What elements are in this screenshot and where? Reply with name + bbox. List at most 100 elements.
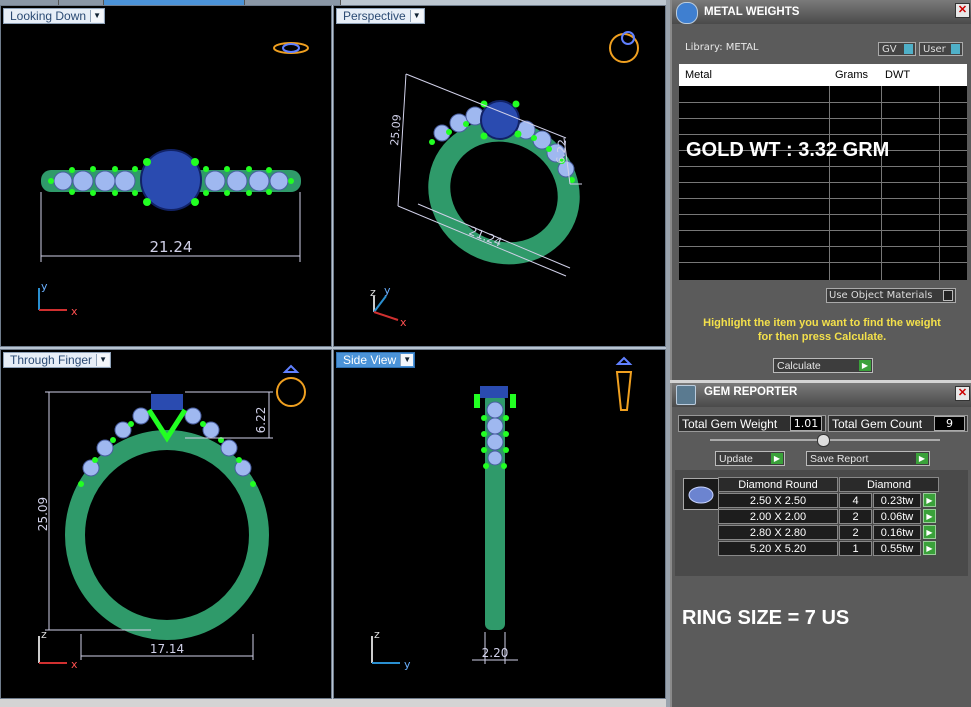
gem-row-count: 2 <box>839 509 872 524</box>
viewport-label-looking-down[interactable]: Looking Down ▼ <box>3 8 106 24</box>
col-divider <box>939 86 940 280</box>
gem-row-tw: 0.06tw <box>873 509 921 524</box>
calculate-instructions: Highlight the item you want to find the … <box>683 316 961 344</box>
update-button[interactable]: Update ▶ <box>715 451 785 466</box>
toggle-user[interactable]: User <box>919 42 963 56</box>
viewport-label-text: Perspective <box>343 9 406 23</box>
dim-text-top-width: 21.24 <box>150 238 193 256</box>
row-divider <box>679 134 967 135</box>
viewport-side-view[interactable]: 2.20 z y Side View ▼ <box>333 349 666 699</box>
row-divider <box>679 182 967 183</box>
axis-gizmo-top: y x <box>38 280 78 318</box>
checkbox-icon <box>943 290 953 301</box>
viewport-splitter-horizontal[interactable] <box>0 347 666 349</box>
row-divider <box>679 230 967 231</box>
dim-text-side-width: 2.20 <box>482 646 509 660</box>
axis-gizmo-persp: z y x <box>370 284 407 329</box>
dim-text-persp-height: 25.09 <box>388 114 404 147</box>
viewport-label-through-finger[interactable]: Through Finger ▼ <box>3 352 112 368</box>
svg-text:y: y <box>384 284 391 297</box>
toggle-indicator-icon <box>904 44 913 54</box>
viewport-label-side-view[interactable]: Side View ▼ <box>336 352 416 368</box>
total-gem-count-value: 9 <box>934 416 965 431</box>
svg-text:x: x <box>71 658 78 671</box>
calculate-label: Calculate <box>777 360 821 372</box>
gem-row-size: 2.00 X 2.00 <box>718 509 838 524</box>
gem-row-size: 2.80 X 2.80 <box>718 525 838 540</box>
gem-row-select-icon[interactable]: ▶ <box>923 509 936 523</box>
row-divider <box>679 246 967 247</box>
diamond-round-icon <box>688 486 714 504</box>
gem-row-size: 5.20 X 5.20 <box>718 541 838 556</box>
viewport-label-text: Side View <box>343 353 397 367</box>
row-divider <box>679 262 967 263</box>
toggle-gv-label: GV <box>882 44 897 55</box>
gem-reporter-title: GEM REPORTER <box>704 386 798 398</box>
axis-gizmo-finger: z x <box>38 628 78 671</box>
row-divider <box>679 198 967 199</box>
metal-weights-title-bar: METAL WEIGHTS ✕ <box>672 0 971 24</box>
perspective-canvas: 25.09 6.22 21.24 z y x <box>370 31 639 329</box>
dim-text-persp-head: 6.22 <box>554 139 569 165</box>
gem-row-select-icon[interactable]: ▶ <box>923 493 936 507</box>
ring-icon-side <box>615 356 633 411</box>
svg-text:y: y <box>404 658 411 671</box>
viewport-label-text: Through Finger <box>10 353 93 367</box>
viewport-label-perspective[interactable]: Perspective ▼ <box>336 8 425 24</box>
use-object-materials-label: Use Object Materials <box>829 290 933 301</box>
play-arrow-icon: ▶ <box>771 453 783 464</box>
close-icon[interactable]: ✕ <box>955 3 970 18</box>
close-icon[interactable]: ✕ <box>955 386 970 401</box>
play-arrow-icon: ▶ <box>859 360 871 371</box>
viewport-through-finger[interactable]: 25.09 6.22 17.14 z x Through Finger ▼ <box>0 349 332 699</box>
save-report-button[interactable]: Save Report ▶ <box>806 451 930 466</box>
ring-size-annotation: RING SIZE = 7 US <box>682 607 850 629</box>
diamond-round-thumbnail[interactable] <box>683 478 719 510</box>
dim-text-finger-head: 6.22 <box>254 407 268 434</box>
ring-icon-finger <box>276 364 306 407</box>
gem-row-tw: 0.16tw <box>873 525 921 540</box>
gem-row-select-icon[interactable]: ▶ <box>923 541 936 555</box>
calculate-button[interactable]: Calculate ▶ <box>773 358 873 373</box>
side-view-canvas: 2.20 z y <box>371 356 633 671</box>
update-label: Update <box>719 453 753 465</box>
through-finger-canvas: 25.09 6.22 17.14 z x <box>36 364 306 671</box>
ring-icon-persp <box>609 31 639 63</box>
svg-text:z: z <box>370 286 376 299</box>
gem-row-count: 4 <box>839 493 872 508</box>
dim-text-finger-height: 25.09 <box>36 497 50 531</box>
gem-row-size: 2.50 X 2.50 <box>718 493 838 508</box>
row-divider <box>679 166 967 167</box>
chevron-down-icon[interactable]: ▼ <box>90 10 104 22</box>
col-dwt: DWT <box>885 69 911 81</box>
toggle-user-label: User <box>923 44 946 55</box>
viewport-splitter-vertical[interactable] <box>332 5 333 699</box>
total-gem-weight-label: Total Gem Weight <box>682 417 778 431</box>
splitter-knob-icon[interactable] <box>817 434 830 447</box>
chevron-down-icon[interactable]: ▼ <box>96 354 110 366</box>
row-divider <box>679 118 967 119</box>
chevron-down-icon[interactable]: ▼ <box>409 10 423 22</box>
total-gem-count-label: Total Gem Count <box>832 417 923 431</box>
metal-weights-table-header: Metal Grams DWT <box>679 64 967 86</box>
instruction-line-1: Highlight the item you want to find the … <box>703 317 941 329</box>
use-object-materials-checkbox[interactable]: Use Object Materials <box>826 288 956 303</box>
gem-row-select-icon[interactable]: ▶ <box>923 525 936 539</box>
metal-weights-table[interactable]: Metal Grams DWT <box>679 64 967 280</box>
gold-weight-annotation: GOLD WT : 3.32 GRM <box>686 139 890 161</box>
total-gem-weight-value: 1.01 <box>790 416 822 431</box>
toggle-gv[interactable]: GV <box>878 42 916 56</box>
viewport-looking-down[interactable]: 21.24 y x Looking Down ▼ <box>0 5 332 347</box>
metal-weights-title: METAL WEIGHTS <box>704 6 800 18</box>
toggle-indicator-icon <box>951 44 960 54</box>
gem-reporter-title-bar: GEM REPORTER ✕ <box>672 383 971 407</box>
ring-shank-finger <box>65 430 269 640</box>
gem-reporter-logo-icon <box>676 385 696 405</box>
col-metal: Metal <box>685 69 712 81</box>
chevron-down-icon[interactable]: ▼ <box>400 354 414 366</box>
looking-down-canvas: 21.24 y x <box>38 42 309 318</box>
dim-text-finger-width: 17.14 <box>150 642 184 656</box>
viewport-perspective[interactable]: 25.09 6.22 21.24 z y x Perspective ▼ <box>333 5 666 347</box>
metal-weights-logo-icon <box>676 2 698 24</box>
gem-header-shape: Diamond Round <box>718 477 838 492</box>
